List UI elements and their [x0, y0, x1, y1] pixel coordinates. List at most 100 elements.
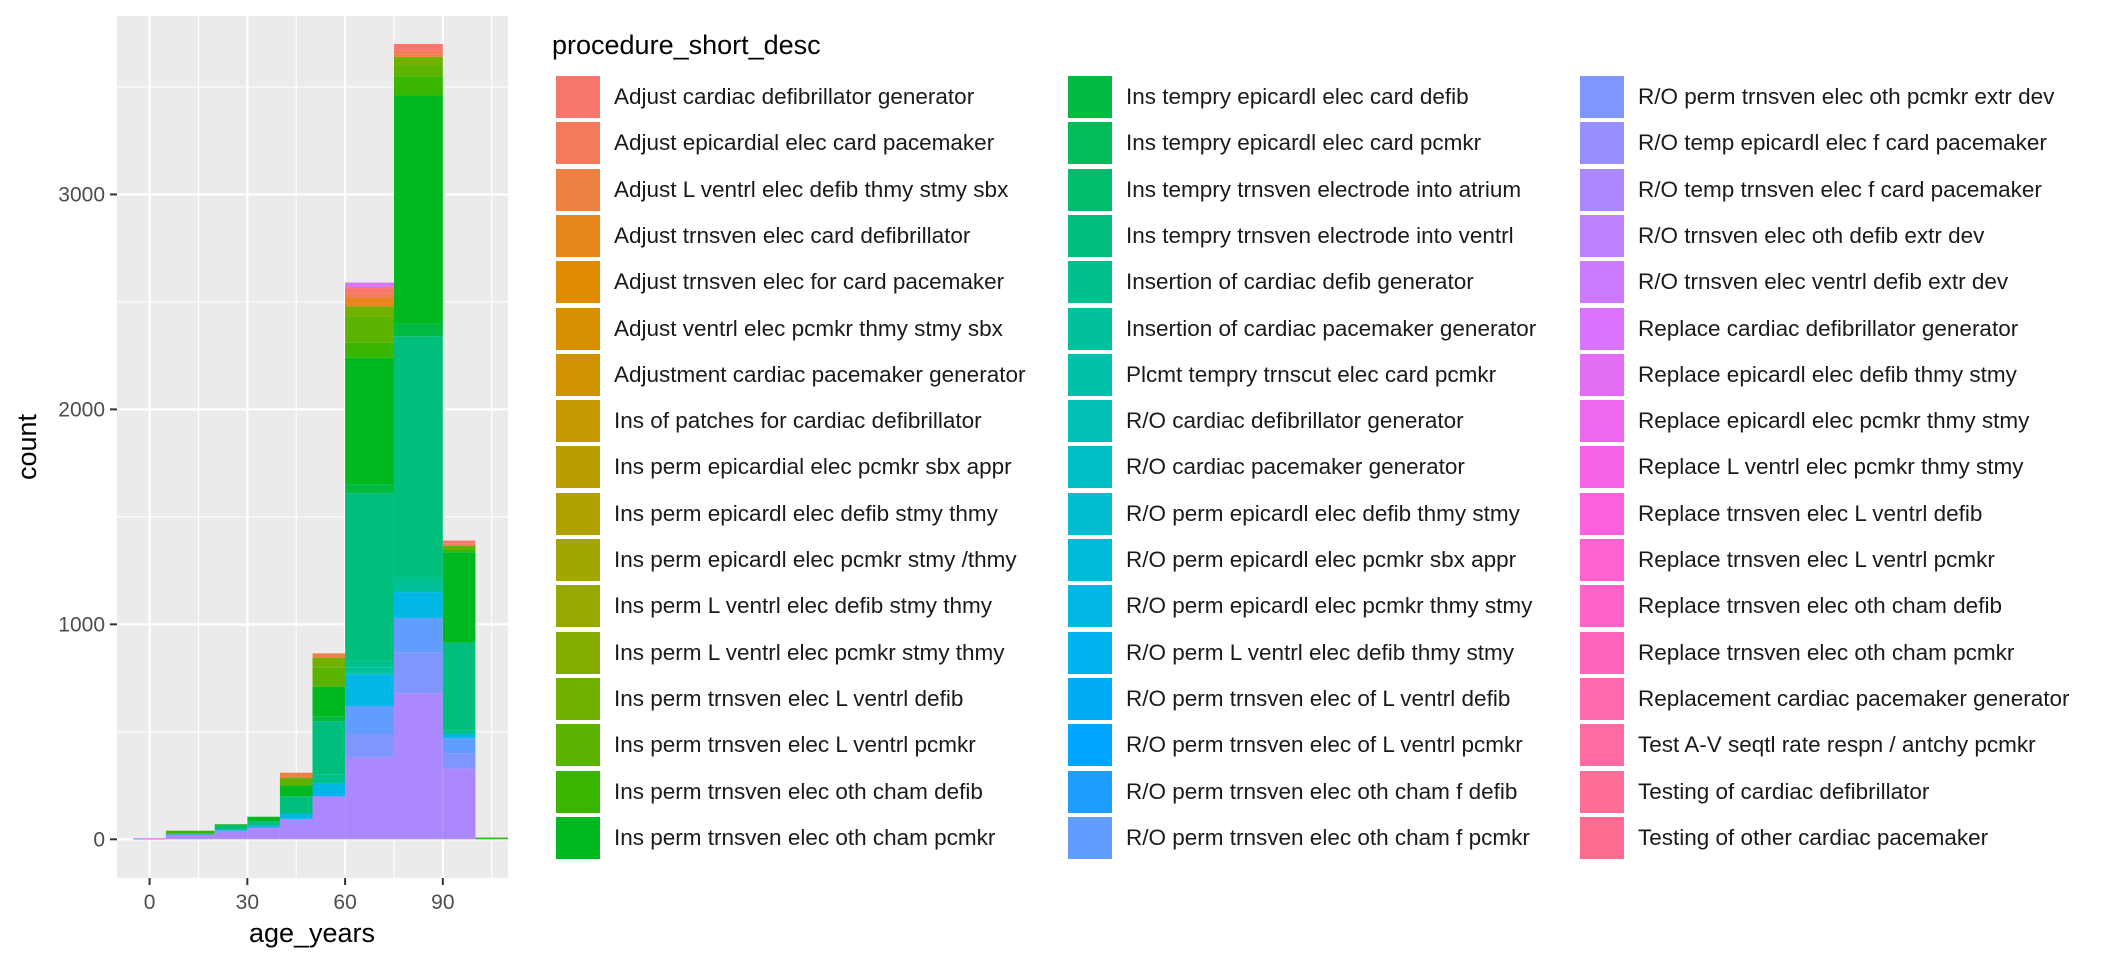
legend-key [1580, 677, 1624, 720]
legend-label: R/O perm trnsven elec of L ventrl pcmkr [1126, 732, 1523, 758]
x-tick-label: 30 [236, 891, 259, 914]
legend-key [1580, 446, 1624, 489]
legend-key [1068, 353, 1112, 396]
bar-segment [345, 342, 394, 358]
legend-label: R/O temp trnsven elec f card pacemaker [1638, 176, 2042, 202]
legend-key [556, 585, 600, 628]
bar-segment [345, 306, 394, 317]
bar-segment [442, 545, 476, 550]
legend-label: R/O perm trnsven elec of L ventrl defib [1126, 685, 1511, 711]
legend-key [1580, 261, 1624, 304]
legend-key [1580, 214, 1624, 257]
bar-segment [214, 825, 248, 829]
bar-segment [393, 652, 443, 694]
legend-label: Adjust ventrl elec pcmkr thmy stmy sbx [614, 315, 1003, 341]
bar-segment [393, 577, 443, 584]
legend-label: Ins perm L ventrl elec pcmkr stmy thmy [614, 639, 1005, 665]
bar-segment [393, 323, 443, 337]
legend-label: Replace trnsven elec L ventrl pcmkr [1638, 547, 1995, 572]
legend-key [556, 76, 600, 118]
legend-label: Testing of other cardiac pacemaker [1638, 824, 1989, 850]
bar-segment [393, 693, 443, 840]
bar-segment [345, 293, 394, 298]
legend-key [1068, 214, 1112, 257]
legend-label: R/O perm trnsven elec oth pcmkr extr dev [1638, 84, 2055, 109]
y-axis-label: count [12, 413, 42, 480]
legend-key [556, 307, 600, 350]
bar-segment [312, 792, 346, 797]
legend-key [556, 816, 600, 859]
legend-key [1068, 677, 1112, 720]
bar-segment [442, 540, 476, 544]
bar-segment [393, 65, 443, 77]
legend-key [556, 539, 600, 581]
bar-segment [345, 733, 394, 758]
bar-segment [133, 838, 166, 840]
legend-key [1068, 585, 1112, 628]
legend-key [1068, 446, 1112, 489]
legend-label: Ins perm trnsven elec oth cham defib [614, 778, 983, 804]
legend-key [1580, 353, 1624, 396]
bar-segment [345, 757, 394, 840]
bar-segment [312, 657, 346, 668]
legend-key [1068, 492, 1112, 535]
legend-label: Ins perm trnsven elec oth cham pcmkr [614, 824, 996, 850]
bar-segment [393, 76, 443, 96]
bar-segment [393, 583, 443, 593]
legend-key [1068, 539, 1112, 581]
legend-key [556, 446, 600, 489]
legend-label: Adjust trnsven elec for card pacemaker [614, 269, 1005, 295]
bar-segment [345, 282, 394, 287]
bar-segment [312, 716, 346, 722]
bar-segment [165, 834, 215, 840]
bar-segment [279, 813, 313, 819]
legend-key [1580, 770, 1624, 813]
bar-segment [393, 336, 443, 578]
legend-label: Replace trnsven elec oth cham defib [1638, 593, 2002, 619]
legend-key [556, 214, 600, 257]
legend-key [1580, 539, 1624, 581]
bar-segment [442, 733, 476, 739]
bar-segment [393, 592, 443, 618]
legend-label: Ins tempry trnsven electrode into atrium [1126, 176, 1522, 202]
legend-label: Replace cardiac defibrillator generator [1638, 315, 2019, 341]
legend-label: Ins perm epicardl elec pcmkr stmy /thmy [614, 547, 1017, 572]
legend-key [1068, 724, 1112, 767]
legend-label: Ins tempry trnsven electrode into ventrl [1126, 222, 1514, 248]
legend-label: R/O cardiac pacemaker generator [1126, 454, 1465, 480]
legend-label: Plcmt tempry trnscut elec card pcmkr [1126, 361, 1497, 387]
y-tick-label: 0 [93, 828, 105, 851]
bar-segment [312, 721, 346, 775]
bar-segment [442, 753, 476, 769]
bar-segment [312, 783, 346, 793]
bar-segment [279, 818, 313, 840]
legend-label: R/O perm L ventrl elec defib thmy stmy [1126, 639, 1515, 665]
legend-key [1068, 770, 1112, 813]
bar-segment [442, 730, 476, 734]
bar-segment [312, 796, 346, 840]
bar-segment [247, 821, 280, 826]
legend-label: Ins tempry epicardl elec card defib [1126, 84, 1469, 109]
legend-key [556, 400, 600, 443]
bar-segment [165, 830, 215, 834]
legend-key [556, 353, 600, 396]
legend-label: R/O perm trnsven elec oth cham f defib [1126, 778, 1518, 804]
bar-segment [442, 738, 476, 754]
legend-key [1068, 168, 1112, 211]
legend-label: Replace epicardl elec pcmkr thmy stmy [1638, 408, 2030, 434]
y-tick-label: 1000 [58, 613, 105, 636]
x-tick-label: 90 [431, 891, 454, 914]
legend-key [1580, 724, 1624, 767]
legend-key [1580, 631, 1624, 674]
bar-segment [393, 617, 443, 653]
bar-segment [312, 667, 346, 687]
bar-segment [279, 796, 313, 814]
bar-segment [345, 316, 394, 343]
legend-key [556, 631, 600, 674]
bar-segment [165, 833, 215, 835]
legend-label: R/O temp epicardl elec f card pacemaker [1638, 130, 2047, 156]
legend-label: Adjust cardiac defibrillator generator [614, 84, 975, 109]
bar-segment [345, 484, 394, 494]
bar-segment [442, 543, 476, 546]
y-tick-label: 2000 [58, 398, 105, 421]
